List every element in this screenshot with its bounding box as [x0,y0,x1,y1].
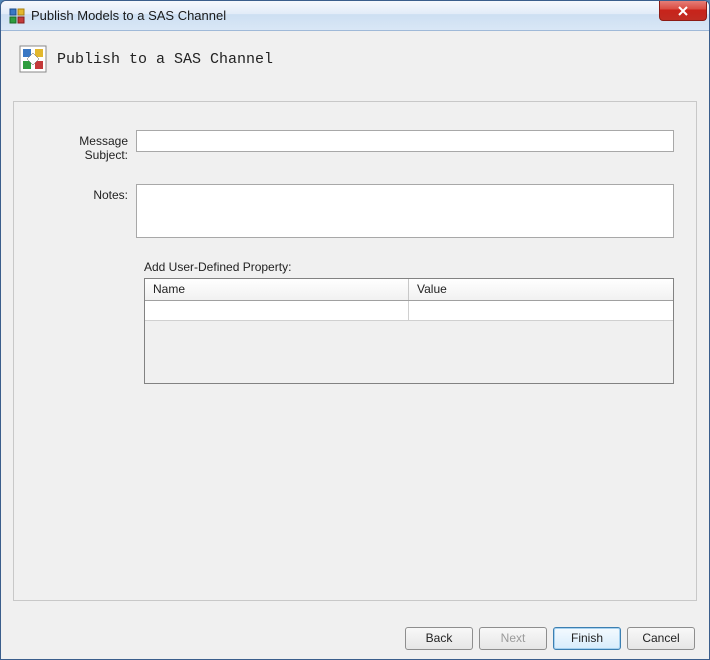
wizard-title: Publish to a SAS Channel [57,51,273,68]
close-button[interactable] [659,1,707,21]
close-icon [677,6,689,16]
next-button: Next [479,627,547,650]
column-header-value[interactable]: Value [409,279,673,300]
titlebar[interactable]: Publish Models to a SAS Channel [1,1,709,31]
message-subject-label: Message Subject: [36,130,136,162]
wizard-header: Publish to a SAS Channel [1,31,709,101]
content-area: Message Subject: Notes: Add User-Defined… [1,101,709,617]
cancel-button[interactable]: Cancel [627,627,695,650]
dialog-window: Publish Models to a SAS Channel Publish … [0,0,710,660]
cell-value[interactable] [409,301,673,320]
content-frame: Message Subject: Notes: Add User-Defined… [13,101,697,601]
property-table: Name Value [144,278,674,384]
column-header-name[interactable]: Name [145,279,409,300]
app-icon [9,8,25,24]
back-button[interactable]: Back [405,627,473,650]
button-bar: Back Next Finish Cancel [1,617,709,659]
notes-label: Notes: [36,184,136,202]
window-title: Publish Models to a SAS Channel [31,8,226,23]
add-property-label: Add User-Defined Property: [144,260,674,274]
publish-icon [19,45,47,73]
table-header: Name Value [145,279,673,301]
finish-button[interactable]: Finish [553,627,621,650]
message-subject-input[interactable] [136,130,674,152]
table-row[interactable] [145,301,673,321]
notes-textarea[interactable] [136,184,674,238]
cell-name[interactable] [145,301,409,320]
